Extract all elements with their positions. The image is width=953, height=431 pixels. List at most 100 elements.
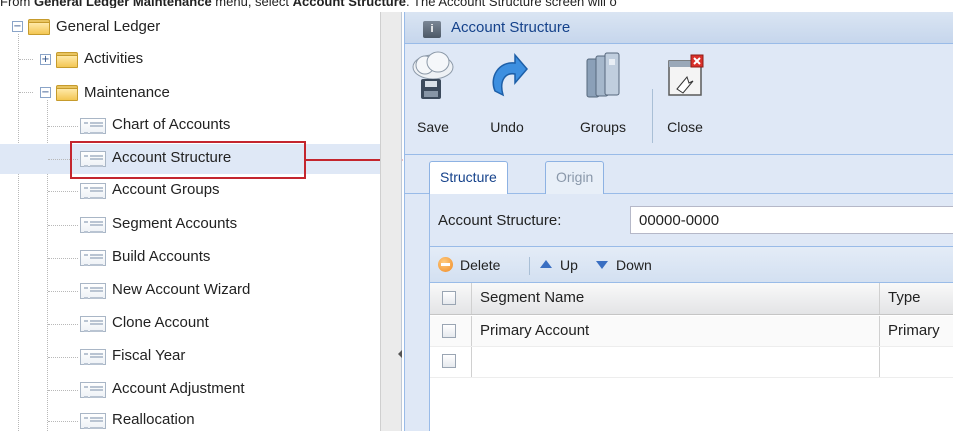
table-row[interactable]: Primary Account Primary (430, 316, 953, 347)
tree-item-clone-account[interactable]: Clone Account (0, 309, 380, 339)
caption-item: Account Structure (292, 0, 407, 8)
tree-node-activities[interactable]: + Activities (0, 45, 380, 75)
tree-item-label: Chart of Accounts (112, 116, 231, 133)
toolbar-separator (652, 89, 653, 143)
tree-item-label: Account Groups (112, 181, 220, 198)
tab-origin[interactable]: Origin (545, 161, 605, 194)
caption-text: menu, select (211, 0, 293, 8)
down-label: Down (616, 257, 652, 273)
down-arrow-icon (596, 261, 608, 269)
row-checkbox[interactable] (442, 324, 456, 338)
tree-item-build-accounts[interactable]: Build Accounts (0, 243, 380, 273)
move-up-button[interactable]: Up (540, 255, 590, 275)
caption-text: From (0, 0, 34, 8)
tree-item-label: New Account Wizard (112, 281, 251, 298)
tree-item-label: Build Accounts (112, 248, 211, 265)
tree-item-chart-of-accounts[interactable]: Chart of Accounts (0, 111, 380, 141)
screen-icon (80, 118, 106, 134)
delete-label: Delete (460, 257, 501, 273)
screen-icon (80, 382, 106, 398)
move-down-button[interactable]: Down (596, 255, 676, 275)
instruction-caption: From General Ledger Maintenance menu, se… (0, 0, 953, 8)
grid-toolbar-separator (529, 257, 530, 275)
tree-node-maintenance[interactable]: − Maintenance (0, 78, 380, 108)
close-label: Close (667, 119, 703, 135)
expand-icon[interactable]: + (40, 54, 51, 65)
segment-name-cell[interactable] (472, 347, 880, 377)
account-structure-input[interactable] (630, 206, 953, 234)
screen-icon (80, 283, 106, 299)
select-all-cell (430, 283, 472, 314)
tree-node-label: Maintenance (84, 84, 170, 101)
tree-item-label: Clone Account (112, 314, 209, 331)
structure-tab-panel: Account Structure: Delete Up Down (429, 194, 953, 431)
groups-label: Groups (580, 119, 626, 135)
info-icon: i (423, 21, 441, 38)
tree-item-segment-accounts[interactable]: Segment Accounts (0, 210, 380, 240)
folder-icon (28, 19, 50, 35)
close-button[interactable]: Close (663, 51, 707, 151)
column-header-type[interactable]: Type (880, 283, 953, 314)
navigation-tree: − General Ledger + Activities − Maintena… (0, 12, 380, 431)
up-label: Up (560, 257, 578, 273)
account-structure-label: Account Structure: (438, 212, 562, 229)
tree-item-fiscal-year[interactable]: Fiscal Year (0, 342, 380, 372)
up-arrow-icon (540, 260, 552, 268)
segments-grid: Segment Name Type Primary Account Primar… (430, 282, 953, 431)
delete-button[interactable]: Delete (438, 255, 528, 275)
grid-header: Segment Name Type (430, 283, 953, 315)
tree-node-label: General Ledger (56, 18, 161, 35)
window-header: i Account Structure (405, 12, 953, 44)
save-cloud-icon (412, 51, 454, 99)
select-all-checkbox[interactable] (442, 291, 456, 305)
tree-item-new-account-wizard[interactable]: New Account Wizard (0, 276, 380, 306)
folder-icon (56, 85, 78, 101)
delete-icon (438, 257, 453, 272)
tree-item-reallocation[interactable]: Reallocation (0, 406, 380, 431)
row-checkbox[interactable] (442, 354, 456, 368)
collapse-icon[interactable]: − (12, 21, 23, 32)
screen-icon (80, 349, 106, 365)
tree-node-general-ledger[interactable]: − General Ledger (0, 12, 380, 42)
type-cell[interactable]: Primary (880, 316, 953, 346)
screen-icon (80, 413, 106, 429)
grid-toolbar: Delete Up Down (430, 246, 953, 282)
screen-icon (80, 183, 106, 199)
tab-strip: Structure Origin (405, 156, 953, 195)
save-button[interactable]: Save (412, 51, 454, 151)
caption-menu: General Ledger Maintenance (33, 0, 212, 8)
tree-item-account-groups[interactable]: Account Groups (0, 177, 380, 207)
screen-icon (80, 250, 106, 266)
panel-splitter[interactable] (380, 12, 402, 431)
account-structure-field-row: Account Structure: (430, 194, 953, 246)
folder-icon (56, 52, 78, 68)
row-select-cell (430, 347, 472, 377)
tree-item-label: Segment Accounts (112, 215, 238, 232)
collapse-arrow-icon[interactable] (398, 350, 402, 358)
column-header-segment-name[interactable]: Segment Name (472, 283, 880, 314)
screen-icon (80, 217, 106, 233)
tab-structure[interactable]: Structure (429, 161, 508, 195)
tree-item-account-adjustment[interactable]: Account Adjustment (0, 375, 380, 405)
annotation-highlight-box (70, 141, 306, 179)
segment-name-cell[interactable]: Primary Account (472, 316, 880, 346)
tree-item-label: Reallocation (112, 411, 195, 428)
account-structure-window: i Account Structure Save Undo Groups Clo… (404, 12, 953, 431)
undo-label: Undo (490, 119, 524, 135)
binders-icon (586, 52, 620, 98)
window-toolbar: Save Undo Groups Close (405, 45, 953, 155)
screen-icon (80, 316, 106, 332)
row-select-cell (430, 316, 472, 346)
type-cell[interactable] (880, 347, 953, 377)
save-label: Save (417, 119, 449, 135)
tree-item-label: Account Adjustment (112, 380, 245, 397)
window-title: Account Structure (451, 19, 571, 36)
undo-arrow-icon (492, 52, 528, 97)
caption-text: . The Account Structure screen will o (406, 0, 617, 8)
table-row[interactable] (430, 347, 953, 378)
close-window-icon (668, 54, 704, 96)
tree-item-label: Fiscal Year (112, 347, 186, 364)
undo-button[interactable]: Undo (485, 51, 529, 151)
groups-button[interactable]: Groups (573, 51, 633, 151)
collapse-icon[interactable]: − (40, 87, 51, 98)
